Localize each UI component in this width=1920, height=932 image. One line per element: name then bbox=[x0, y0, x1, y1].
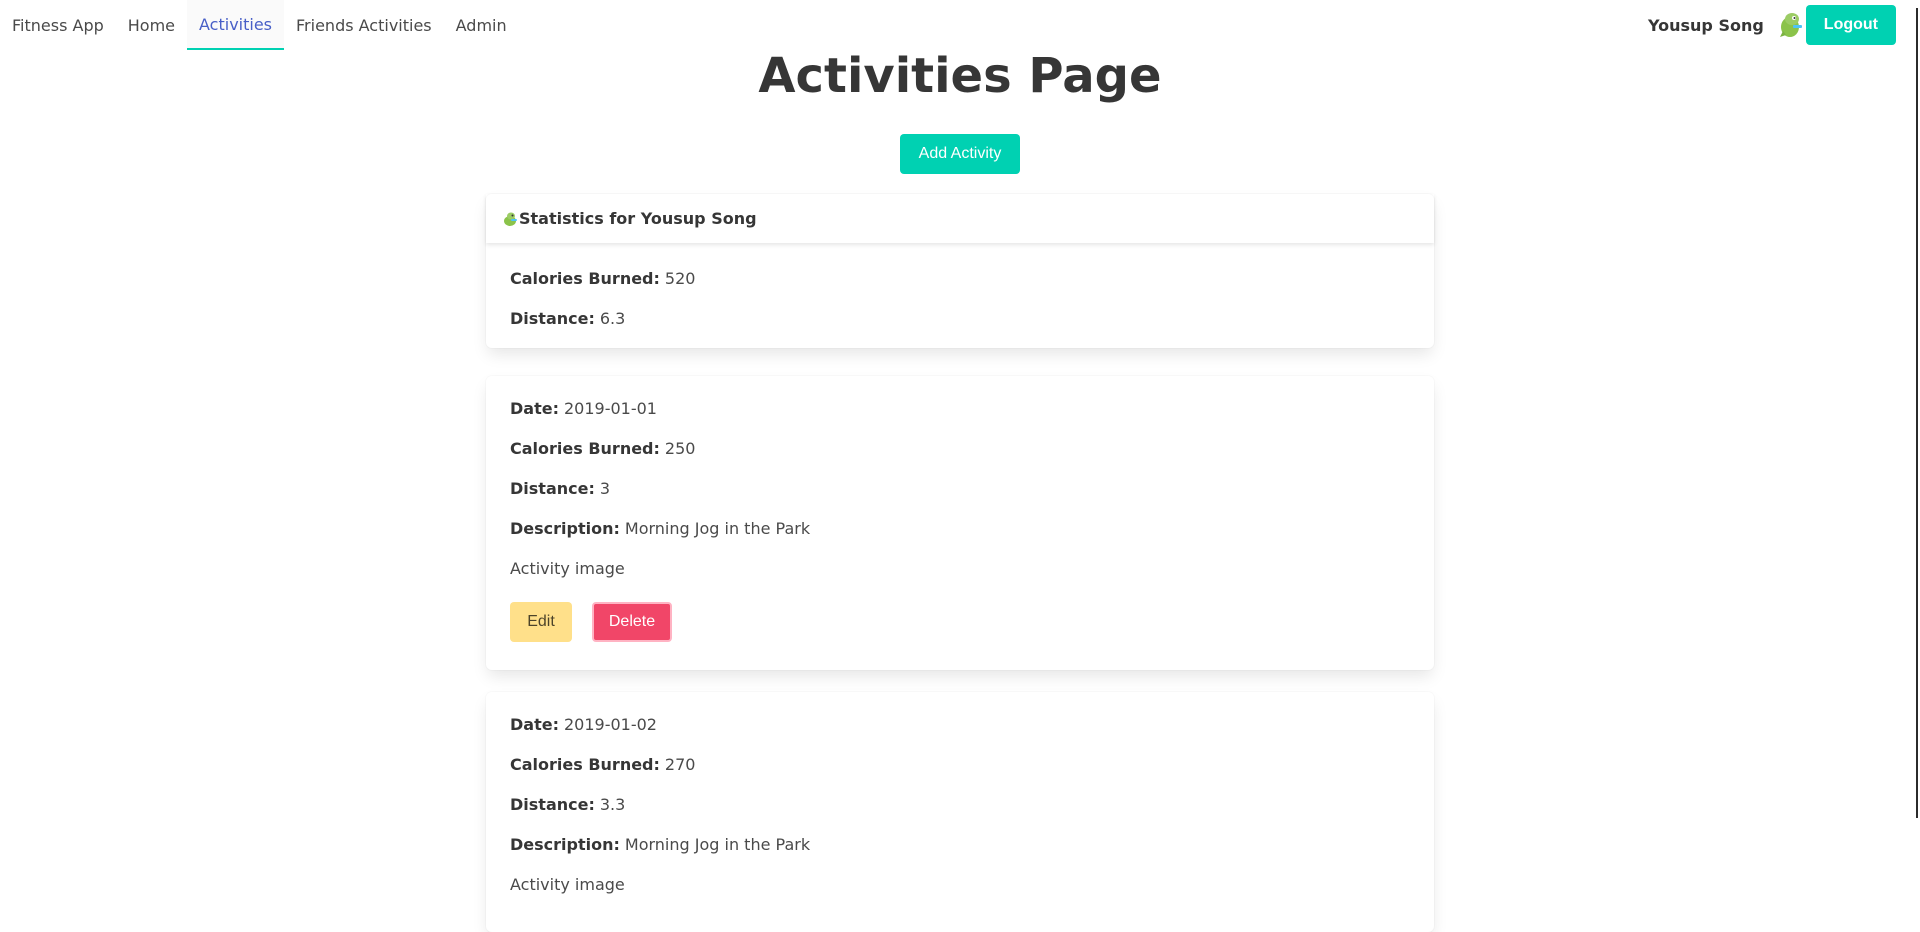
activity-distance-row: Distance: 3.3 bbox=[510, 784, 1410, 824]
nav-user-area: Yousup Song Logout bbox=[1636, 0, 1908, 50]
activity-date-label: Date: bbox=[510, 714, 559, 734]
activity-calories-label: Calories Burned: bbox=[510, 438, 660, 458]
activity-card: Date: 2019-01-02 Calories Burned: 270 Di… bbox=[486, 692, 1434, 932]
activity-card: Date: 2019-01-01 Calories Burned: 250 Di… bbox=[486, 376, 1434, 670]
activity-date-row: Date: 2019-01-02 bbox=[510, 704, 1410, 744]
stat-calories-label: Calories Burned: bbox=[510, 268, 660, 288]
logout-button[interactable]: Logout bbox=[1805, 5, 1896, 45]
nav-item-activities[interactable]: Activities bbox=[187, 0, 285, 50]
activity-card-content: Date: 2019-01-02 Calories Burned: 270 Di… bbox=[486, 692, 1434, 916]
activity-description-label: Description: bbox=[510, 834, 620, 854]
nav-brand-fitness-app[interactable]: Fitness App bbox=[0, 0, 116, 50]
statistics-card-content: Calories Burned: 520 Distance: 6.3 bbox=[486, 243, 1434, 348]
activity-actions: Edit Delete bbox=[510, 602, 1410, 642]
activity-description-row: Description: Morning Jog in the Park bbox=[510, 824, 1410, 864]
edit-button[interactable]: Edit bbox=[510, 602, 572, 642]
activity-calories-row: Calories Burned: 270 bbox=[510, 744, 1410, 784]
page-title: Activities Page bbox=[758, 48, 1162, 104]
activity-description-value: Morning Jog in the Park bbox=[624, 834, 811, 854]
activity-description-value: Morning Jog in the Park bbox=[624, 518, 811, 538]
activity-distance-label: Distance: bbox=[510, 794, 595, 814]
statistics-card: Statistics for Yousup Song Calories Burn… bbox=[486, 194, 1434, 348]
stat-calories-value: 520 bbox=[664, 268, 696, 288]
activity-image: Activity image bbox=[510, 874, 625, 894]
activity-card-content: Date: 2019-01-01 Calories Burned: 250 Di… bbox=[486, 376, 1434, 654]
nav-item-friends-activities[interactable]: Friends Activities bbox=[284, 0, 444, 50]
delete-button[interactable]: Delete bbox=[592, 602, 672, 642]
dinosaur-icon bbox=[1776, 11, 1804, 39]
activity-distance-value: 3.3 bbox=[599, 794, 626, 814]
activity-distance-label: Distance: bbox=[510, 478, 595, 498]
activity-date-value: 2019-01-01 bbox=[563, 398, 657, 418]
activity-calories-row: Calories Burned: 250 bbox=[510, 428, 1410, 468]
activity-date-row: Date: 2019-01-01 bbox=[510, 388, 1410, 428]
scrollbar-thumb[interactable] bbox=[1916, 8, 1918, 818]
nav-item-admin[interactable]: Admin bbox=[444, 0, 519, 50]
activity-image: Activity image bbox=[510, 558, 625, 578]
dinosaur-icon bbox=[502, 211, 518, 227]
stat-calories-row: Calories Burned: 520 bbox=[510, 258, 1410, 298]
activity-calories-value: 270 bbox=[664, 754, 696, 774]
activity-date-label: Date: bbox=[510, 398, 559, 418]
activity-calories-value: 250 bbox=[664, 438, 696, 458]
nav-item-home[interactable]: Home bbox=[116, 0, 187, 50]
stat-distance-label: Distance: bbox=[510, 308, 595, 328]
activity-description-label: Description: bbox=[510, 518, 620, 538]
top-navbar: Fitness App Home Activities Friends Acti… bbox=[0, 0, 1908, 52]
activity-date-value: 2019-01-02 bbox=[563, 714, 657, 734]
activity-calories-label: Calories Burned: bbox=[510, 754, 660, 774]
activity-distance-row: Distance: 3 bbox=[510, 468, 1410, 508]
page-scrollbar[interactable] bbox=[1908, 0, 1920, 913]
statistics-card-header: Statistics for Yousup Song bbox=[486, 194, 1434, 243]
activity-description-row: Description: Morning Jog in the Park bbox=[510, 508, 1410, 548]
nav-username: Yousup Song bbox=[1648, 15, 1764, 35]
stat-distance-value: 6.3 bbox=[599, 308, 626, 328]
stat-distance-row: Distance: 6.3 bbox=[510, 298, 1410, 338]
add-activity-button[interactable]: Add Activity bbox=[900, 134, 1020, 174]
activity-distance-value: 3 bbox=[599, 478, 611, 498]
statistics-title: Statistics for Yousup Song bbox=[519, 209, 757, 228]
